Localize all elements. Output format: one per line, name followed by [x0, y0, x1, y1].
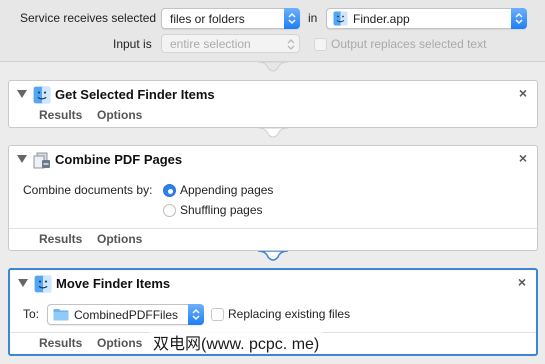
input-is-label: Input is [113, 37, 152, 51]
action-title: Move Finder Items [56, 276, 171, 291]
tab-results[interactable]: Results [39, 108, 82, 122]
disclosure-triangle-icon[interactable] [17, 90, 27, 98]
application-value: Finder.app [353, 12, 410, 26]
close-icon[interactable]: × [518, 274, 526, 290]
action-combine-pdf-pages[interactable]: Combine PDF Pages × Combine documents by… [8, 145, 538, 251]
tab-options[interactable]: Options [97, 336, 142, 350]
popup-arrows-icon [287, 39, 295, 53]
popup-arrows-icon [284, 8, 300, 29]
action-tabs: Results Options [9, 105, 537, 127]
action-title: Get Selected Finder Items [55, 87, 215, 102]
flow-connector [258, 62, 288, 72]
output-replaces-checkbox[interactable] [314, 38, 327, 51]
action-header: Move Finder Items × [10, 270, 536, 298]
tab-options[interactable]: Options [97, 232, 142, 246]
replacing-existing-label: Replacing existing files [228, 307, 351, 321]
in-label: in [308, 11, 318, 25]
appending-pages-radio[interactable] [163, 184, 176, 197]
tab-options[interactable]: Options [97, 108, 142, 122]
replacing-existing-checkbox[interactable] [211, 308, 224, 321]
action-tabs: Results Options [9, 228, 537, 250]
finder-icon [333, 11, 348, 29]
finder-icon [34, 275, 52, 293]
finder-icon [33, 86, 51, 104]
close-icon[interactable]: × [519, 85, 527, 101]
popup-arrows-icon [511, 8, 527, 29]
input-type-value: files or folders [170, 12, 245, 26]
action-title: Combine PDF Pages [55, 152, 183, 167]
disclosure-triangle-icon[interactable] [17, 155, 27, 163]
disclosure-triangle-icon[interactable] [18, 279, 28, 287]
input-is-value: entire selection [170, 37, 251, 51]
service-header: Service receives selected files or folde… [0, 0, 545, 62]
close-icon[interactable]: × [519, 150, 527, 166]
destination-folder-value: CombinedPDFFiles [74, 308, 179, 322]
pdf-pages-icon [33, 151, 51, 169]
shuffling-pages-radio[interactable] [163, 204, 176, 217]
input-type-popup[interactable]: files or folders [161, 8, 300, 29]
folder-icon [53, 308, 69, 324]
to-label: To: [23, 307, 40, 321]
combine-documents-label: Combine documents by: [23, 183, 153, 197]
shuffling-pages-label: Shuffling pages [180, 203, 263, 217]
input-is-popup[interactable]: entire selection [161, 34, 300, 53]
tab-results[interactable]: Results [39, 336, 82, 350]
service-receives-label: Service receives selected [20, 11, 157, 25]
watermark-text: 双电网(www. pcpc. me) [150, 330, 323, 354]
appending-pages-label: Appending pages [180, 183, 274, 197]
flow-connector [258, 251, 288, 261]
action-get-selected-finder-items[interactable]: Get Selected Finder Items × Results Opti… [8, 80, 538, 128]
destination-folder-popup[interactable]: CombinedPDFFiles [47, 304, 204, 325]
action-header: Combine PDF Pages × [9, 146, 537, 174]
flow-connector [258, 128, 288, 138]
output-replaces-label: Output replaces selected text [331, 37, 487, 51]
tab-results[interactable]: Results [39, 232, 82, 246]
popup-arrows-icon [188, 304, 204, 325]
application-popup[interactable]: Finder.app [326, 8, 527, 29]
